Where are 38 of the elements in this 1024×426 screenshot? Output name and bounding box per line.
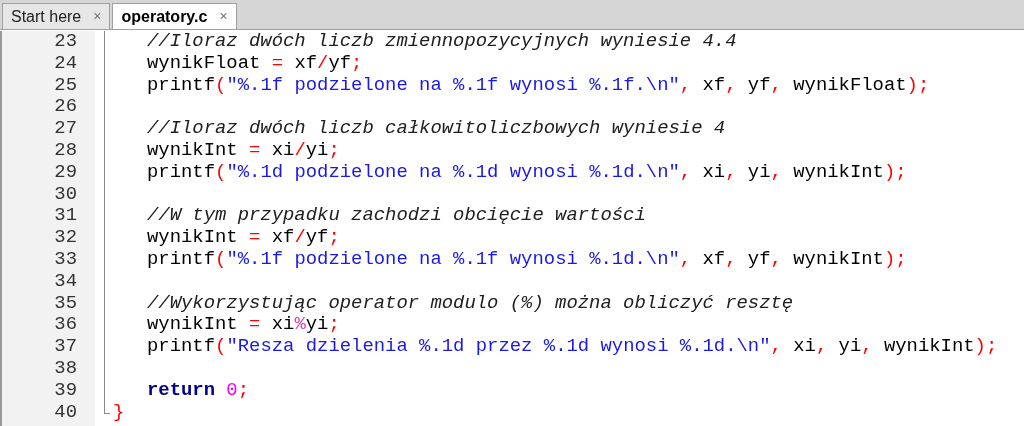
code-line: printf("%.1f podzielone na %.1f wynosi %.1d.\n", xf, yf, wynikInt); bbox=[147, 248, 907, 271]
line-number: 26 bbox=[53, 96, 78, 119]
line-number: 30 bbox=[53, 183, 78, 206]
line-number: 39 bbox=[53, 379, 78, 402]
code-line: } bbox=[113, 401, 125, 424]
code-line: printf("Resza dzielenia %.1d przez %.1d wynosi %.1d.\n", xi, yi, wynikInt); bbox=[147, 336, 998, 358]
line-number: 35 bbox=[53, 292, 78, 315]
line-number: 31 bbox=[53, 205, 78, 228]
close-icon[interactable]: × bbox=[93, 6, 102, 27]
editor-tab[interactable]: operatory.c × bbox=[112, 3, 237, 29]
line-number: 38 bbox=[53, 357, 78, 380]
code-line: //Iloraz dwóch liczb zmiennopozycyjnych wyniesie 4.4 bbox=[147, 31, 737, 53]
line-number: 24 bbox=[53, 52, 78, 75]
line-number: 25 bbox=[53, 74, 78, 97]
code-line: printf("%.1f podzielone na %.1f wynosi %.1f.\n", xf, yf, wynikFloat); bbox=[147, 74, 930, 97]
code-line: //Iloraz dwóch liczb całkowitoliczbowych wyniesie 4 bbox=[147, 118, 726, 140]
code-line: //Wykorzystując operator modulo (%) można obliczyć resztę bbox=[147, 292, 794, 315]
code-line: wynikInt = xi%yi; bbox=[147, 314, 340, 337]
editor-tab[interactable]: Start here × bbox=[2, 3, 111, 29]
line-number: 37 bbox=[53, 336, 78, 358]
close-icon[interactable]: × bbox=[219, 6, 228, 27]
code-line: wynikFloat = xf/yf; bbox=[147, 52, 363, 75]
code-line: wynikInt = xf/yf; bbox=[147, 227, 340, 249]
code-line: printf("%.1d podzielone na %.1d wynosi %.1d.\n", xi, yi, wynikInt); bbox=[147, 161, 907, 184]
line-number: 40 bbox=[53, 401, 78, 424]
tab-label: operatory.c bbox=[121, 6, 208, 27]
line-number: 29 bbox=[53, 161, 78, 184]
tab-label: Start here bbox=[11, 6, 82, 27]
code-line: wynikInt = xi/yi; bbox=[147, 140, 340, 162]
code-line: return 0; bbox=[147, 379, 250, 402]
line-number: 34 bbox=[53, 270, 78, 293]
line-number: 33 bbox=[53, 248, 78, 271]
line-number: 27 bbox=[53, 118, 78, 140]
line-number: 28 bbox=[53, 140, 78, 162]
line-number: 36 bbox=[53, 314, 78, 337]
line-number: 32 bbox=[53, 227, 78, 249]
line-number: 23 bbox=[53, 31, 78, 53]
code-line: //W tym przypadku zachodzi obcięcie wartości bbox=[147, 205, 646, 228]
